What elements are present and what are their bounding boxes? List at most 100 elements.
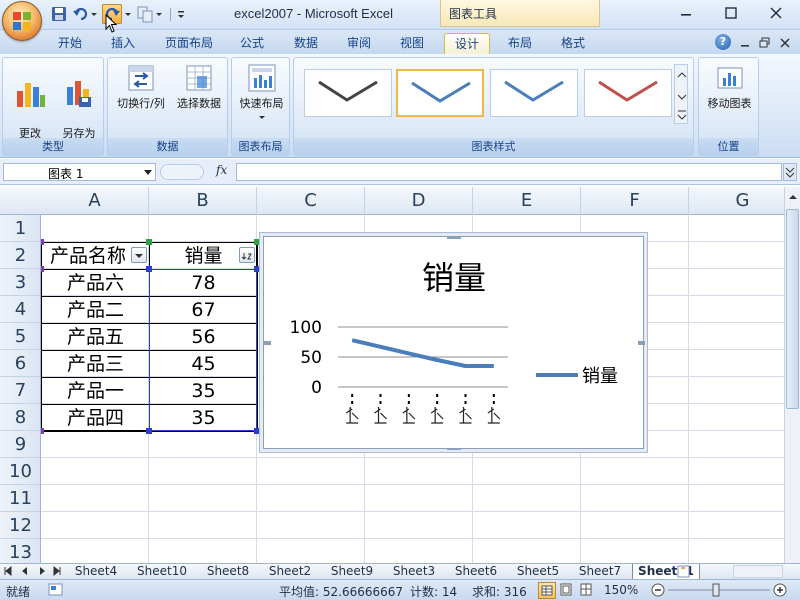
copy-dropdown-icon[interactable]	[155, 5, 163, 23]
minimize-button[interactable]	[664, 0, 709, 28]
tab-design[interactable]: 设计	[444, 33, 490, 54]
chart-object[interactable]: 销量 0 50 100 销量	[257, 235, 652, 452]
switch-row-column-button[interactable]: 切换行/列	[110, 62, 172, 111]
series-line[interactable]	[351, 338, 494, 368]
tab-page-layout[interactable]: 页面布局	[158, 33, 220, 54]
cell-product-name[interactable]: 产品三	[42, 351, 150, 378]
row-header-9[interactable]: 9	[0, 431, 40, 458]
scroll-up-icon[interactable]	[787, 189, 799, 203]
ribbon-minimize-icon[interactable]	[738, 35, 752, 49]
zoom-slider[interactable]	[650, 582, 796, 599]
chart-resize-handle[interactable]	[638, 341, 652, 345]
sheet-tab-sheet4[interactable]: Sheet4	[66, 564, 126, 580]
redo-dropdown-icon[interactable]	[124, 5, 132, 23]
column-header-b[interactable]: B	[149, 187, 257, 215]
sort-filter-icon[interactable]	[239, 247, 255, 263]
tab-review[interactable]: 审阅	[339, 33, 379, 54]
undo-dropdown-icon[interactable]	[90, 5, 98, 23]
chart-style-4[interactable]	[584, 69, 672, 117]
tab-view[interactable]: 视图	[392, 33, 432, 54]
page-break-view-icon[interactable]	[578, 582, 596, 599]
legend-label[interactable]: 销量	[582, 366, 618, 387]
office-button[interactable]	[2, 1, 42, 41]
column-header-f[interactable]: F	[581, 187, 689, 215]
row-header-3[interactable]: 3	[0, 269, 40, 296]
row-header-7[interactable]: 7	[0, 377, 40, 404]
cell-product-name[interactable]: 产品四	[42, 405, 150, 432]
styles-gallery-scroll[interactable]	[674, 64, 688, 124]
tab-layout[interactable]: 布局	[500, 33, 540, 54]
chart-style-1[interactable]	[304, 69, 392, 117]
row-header-5[interactable]: 5	[0, 323, 40, 350]
cell-product-name[interactable]: 产品一	[42, 378, 150, 405]
ribbon-close-icon[interactable]	[778, 35, 792, 49]
maximize-button[interactable]	[709, 0, 754, 28]
row-header-11[interactable]: 11	[0, 485, 40, 512]
vertical-scrollbar[interactable]	[784, 187, 800, 563]
formula-bar-handle-icon[interactable]	[160, 164, 204, 180]
horizontal-scrollbar[interactable]	[733, 565, 783, 578]
sheet-tab-sheet6[interactable]: Sheet6	[446, 564, 506, 580]
range-handle[interactable]	[146, 239, 152, 245]
chart-resize-handle[interactable]	[257, 341, 271, 345]
move-chart-button[interactable]: 移动图表	[701, 62, 758, 111]
cell-product-name[interactable]: 产品六	[42, 270, 150, 297]
cell-product-name[interactable]: 产品二	[42, 297, 150, 324]
cell-product-name[interactable]: 产品五	[42, 324, 150, 351]
quick-layout-button[interactable]: 快速布局	[234, 62, 289, 122]
macro-record-icon[interactable]	[48, 582, 64, 598]
normal-view-icon[interactable]	[538, 582, 556, 599]
undo-icon[interactable]	[72, 5, 90, 23]
range-handle[interactable]	[41, 239, 44, 245]
row-header-12[interactable]: 12	[0, 512, 40, 539]
chart-title[interactable]: 销量	[422, 259, 486, 297]
row-header-4[interactable]: 4	[0, 296, 40, 323]
sheet-tab-sheet7[interactable]: Sheet7	[570, 564, 630, 580]
chart-style-3[interactable]	[490, 69, 578, 117]
save-icon[interactable]	[50, 5, 68, 23]
row-header-8[interactable]: 8	[0, 404, 40, 431]
formula-input[interactable]	[236, 163, 782, 181]
sheet-tab-sheet10[interactable]: Sheet10	[128, 564, 196, 580]
new-sheet-icon[interactable]	[675, 564, 693, 579]
customize-qat-icon[interactable]	[176, 5, 186, 23]
filter-dropdown-icon[interactable]	[131, 247, 147, 263]
chart-resize-handle[interactable]	[447, 235, 461, 239]
tab-format[interactable]: 格式	[553, 33, 593, 54]
expand-formula-bar-icon[interactable]	[783, 163, 797, 181]
sheet-nav-arrows[interactable]	[2, 564, 62, 579]
zoom-level[interactable]: 150%	[604, 583, 638, 597]
column-header-g[interactable]: G	[689, 187, 797, 215]
range-handle[interactable]	[254, 239, 260, 245]
column-header-e[interactable]: E	[473, 187, 581, 215]
copy-icon[interactable]	[136, 5, 154, 23]
column-header-c[interactable]: C	[257, 187, 365, 215]
range-handle[interactable]	[41, 428, 44, 434]
sheet-tab-sheet2[interactable]: Sheet2	[260, 564, 320, 580]
sheet-tab-sheet9[interactable]: Sheet9	[322, 564, 382, 580]
help-icon[interactable]: ?	[715, 34, 731, 50]
page-layout-view-icon[interactable]	[558, 582, 576, 599]
tab-data[interactable]: 数据	[286, 33, 326, 54]
row-header-2[interactable]: 2	[0, 242, 40, 269]
name-box-dropdown-icon[interactable]	[144, 170, 152, 175]
column-header-a[interactable]: A	[41, 187, 149, 215]
sheet-tab-sheet8[interactable]: Sheet8	[198, 564, 258, 580]
chart-resize-handle[interactable]	[447, 448, 461, 452]
tab-home[interactable]: 开始	[50, 33, 90, 54]
range-handle[interactable]	[41, 266, 44, 272]
row-header-1[interactable]: 1	[0, 215, 40, 242]
sheet-tab-sheet3[interactable]: Sheet3	[384, 564, 444, 580]
row-header-13[interactable]: 13	[0, 539, 40, 563]
name-box[interactable]: 图表 1	[3, 163, 156, 181]
tab-formulas[interactable]: 公式	[232, 33, 272, 54]
select-data-button[interactable]: 选择数据	[171, 62, 227, 111]
row-header-10[interactable]: 10	[0, 458, 40, 485]
column-header-d[interactable]: D	[365, 187, 473, 215]
tab-insert[interactable]: 插入	[103, 33, 143, 54]
close-button[interactable]	[754, 0, 799, 28]
sheet-tab-sheet5[interactable]: Sheet5	[508, 564, 568, 580]
row-header-6[interactable]: 6	[0, 350, 40, 377]
chart-style-2[interactable]	[396, 69, 484, 117]
scroll-thumb[interactable]	[786, 209, 799, 409]
